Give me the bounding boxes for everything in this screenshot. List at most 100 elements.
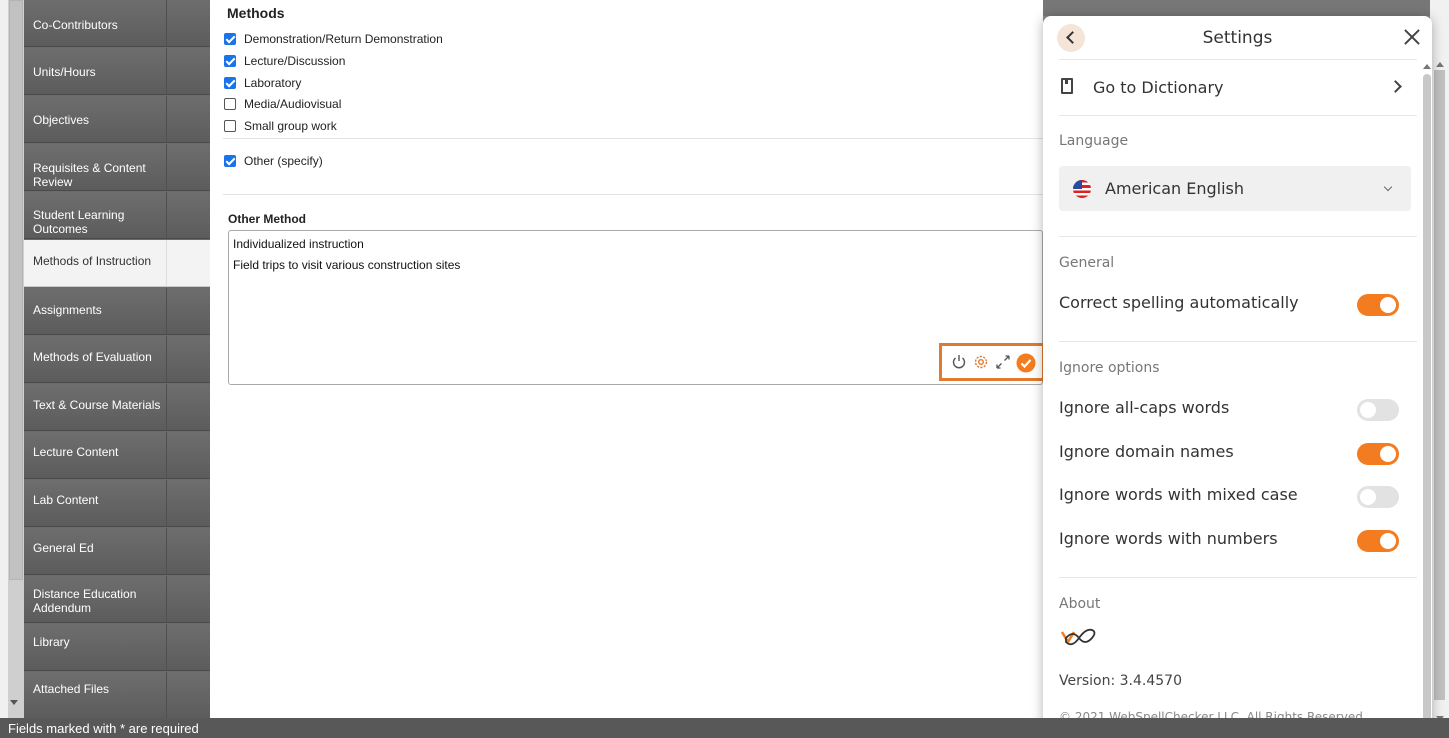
divider (1059, 115, 1417, 116)
method-checkbox-demonstration[interactable]: Demonstration/Return Demonstration (224, 30, 443, 48)
correct-spelling-toggle[interactable] (1357, 294, 1399, 316)
spellcheck-settings-panel: Settings Go to Dictionary Language Ameri… (1043, 16, 1432, 738)
sidebar-item-label: General Ed (33, 541, 94, 555)
sidebar-item-label: Library (33, 635, 70, 649)
option-ignore-domain-names: Ignore domain names (1059, 437, 1399, 467)
option-label: Ignore domain names (1059, 442, 1234, 461)
about-heading: About (1059, 596, 1101, 612)
power-icon[interactable] (950, 353, 968, 371)
sidebar-item-library[interactable]: Library (24, 624, 210, 671)
sidebar-item-label: Assignments (33, 303, 102, 317)
option-correct-spelling: Correct spelling automatically (1059, 288, 1399, 318)
settings-scrollbar[interactable] (1419, 60, 1431, 738)
method-checkbox-other[interactable]: Other (specify) (224, 152, 323, 170)
checkbox-checked-icon[interactable] (224, 77, 236, 89)
sidebar-item-label: Requisites & Content Review (33, 161, 146, 189)
sidebar-item-label: Co-Contributors (33, 18, 118, 32)
close-icon[interactable] (1401, 26, 1423, 48)
ignore-all-caps-toggle[interactable] (1357, 399, 1399, 421)
divider (1059, 341, 1417, 342)
option-ignore-numbers: Ignore words with numbers (1059, 524, 1399, 554)
webspellchecker-logo-icon (1060, 628, 1096, 646)
other-method-textarea[interactable]: Individualized instruction Field trips t… (228, 230, 1045, 385)
chevron-down-icon (1383, 182, 1393, 192)
sidebar-item-units-hours[interactable]: Units/Hours (24, 48, 210, 95)
sidebar-item-methods-of-evaluation[interactable]: Methods of Evaluation (24, 336, 210, 383)
page-scrollbar[interactable] (1430, 0, 1449, 738)
checkbox-checked-icon[interactable] (224, 155, 236, 167)
option-label: Ignore words with numbers (1059, 529, 1278, 548)
dictionary-book-icon (1061, 78, 1073, 94)
option-ignore-all-caps: Ignore all-caps words (1059, 393, 1399, 423)
settings-scrollbar-thumb[interactable] (1423, 74, 1431, 724)
scroll-up-arrow-icon[interactable] (1436, 62, 1444, 67)
method-checkbox-media[interactable]: Media/Audiovisual (224, 95, 341, 113)
sidebar-item-general-ed[interactable]: General Ed (24, 528, 210, 575)
scroll-up-arrow-icon[interactable] (1423, 64, 1431, 69)
method-checkbox-laboratory[interactable]: Laboratory (224, 74, 301, 92)
sidebar-item-methods-of-instruction[interactable]: Methods of Instruction (24, 240, 210, 287)
sidebar-item-label: Attached Files (33, 682, 110, 696)
method-checkbox-small-group[interactable]: Small group work (224, 117, 337, 135)
sidebar-item-label: Distance Education Addendum (33, 587, 137, 615)
go-to-dictionary-link[interactable]: Go to Dictionary (1059, 70, 1409, 104)
settings-header: Settings (1043, 16, 1432, 60)
status-bar: Fields marked with * are required (0, 718, 1449, 738)
method-label: Demonstration/Return Demonstration (244, 32, 443, 46)
dictionary-label: Go to Dictionary (1093, 78, 1224, 97)
app-window: Co-Contributors Units/Hours Objectives R… (0, 0, 1449, 738)
ignore-numbers-toggle[interactable] (1357, 530, 1399, 552)
checkmark-icon[interactable] (1016, 353, 1036, 373)
page-scrollbar-thumb[interactable] (1434, 70, 1445, 700)
checkbox-checked-icon[interactable] (224, 55, 236, 67)
sidebar-item-lab-content[interactable]: Lab Content (24, 480, 210, 527)
sidebar-item-label: Lab Content (33, 493, 99, 507)
sidebar-item-attached-files[interactable]: Attached Files (24, 672, 210, 719)
language-select[interactable]: American English (1059, 166, 1411, 211)
divider (1059, 59, 1417, 60)
ignore-mixed-case-toggle[interactable] (1357, 486, 1399, 508)
scroll-down-arrow-icon[interactable] (10, 700, 18, 705)
spellcheck-badge (939, 343, 1045, 381)
section-nav: Co-Contributors Units/Hours Objectives R… (24, 0, 210, 719)
general-heading: General (1059, 255, 1115, 271)
sidebar-item-lecture-content[interactable]: Lecture Content (24, 432, 210, 479)
sidebar-scrollbar-thumb[interactable] (9, 0, 23, 580)
checkbox-unchecked-icon[interactable] (224, 98, 236, 110)
sidebar-item-label: Student Learning Outcomes (33, 208, 125, 236)
sidebar-item-label: Text & Course Materials (33, 398, 161, 412)
sidebar-item-distance-education[interactable]: Distance Education Addendum (24, 576, 210, 623)
settings-gear-icon[interactable] (972, 353, 990, 371)
language-heading: Language (1059, 133, 1129, 149)
method-label: Laboratory (244, 76, 302, 90)
chevron-right-icon (1389, 80, 1402, 93)
sidebar-item-objectives[interactable]: Objectives (24, 96, 210, 143)
sidebar-item-label: Objectives (33, 113, 90, 127)
sidebar-item-co-contributors[interactable]: Co-Contributors (24, 0, 210, 47)
divider (1059, 577, 1417, 578)
option-ignore-mixed-case: Ignore words with mixed case (1059, 480, 1399, 510)
us-flag-icon (1073, 180, 1091, 198)
sidebar-item-student-learning-outcomes[interactable]: Student Learning Outcomes (24, 192, 210, 239)
ignore-options-heading: Ignore options (1059, 360, 1160, 376)
option-label: Correct spelling automatically (1059, 293, 1299, 312)
sidebar-item-requisites[interactable]: Requisites & Content Review (24, 144, 210, 191)
method-label: Small group work (244, 119, 337, 133)
textarea-line: Field trips to visit various constructio… (233, 258, 461, 272)
method-checkbox-lecture[interactable]: Lecture/Discussion (224, 52, 345, 70)
sidebar-item-text-course-materials[interactable]: Text & Course Materials (24, 384, 210, 431)
divider (223, 194, 1043, 195)
version-text: Version: 3.4.4570 (1059, 673, 1182, 689)
sidebar-item-label: Methods of Instruction (33, 254, 152, 268)
sidebar-item-label: Methods of Evaluation (33, 350, 152, 364)
method-label: Lecture/Discussion (244, 54, 346, 68)
divider (1059, 236, 1417, 237)
checkbox-unchecked-icon[interactable] (224, 120, 236, 132)
option-label: Ignore all-caps words (1059, 398, 1230, 417)
expand-icon[interactable] (994, 353, 1012, 371)
checkbox-checked-icon[interactable] (224, 33, 236, 45)
language-value: American English (1105, 179, 1244, 198)
sidebar-scrollbar[interactable] (0, 0, 24, 718)
ignore-domain-names-toggle[interactable] (1357, 443, 1399, 465)
sidebar-item-assignments[interactable]: Assignments (24, 288, 210, 335)
